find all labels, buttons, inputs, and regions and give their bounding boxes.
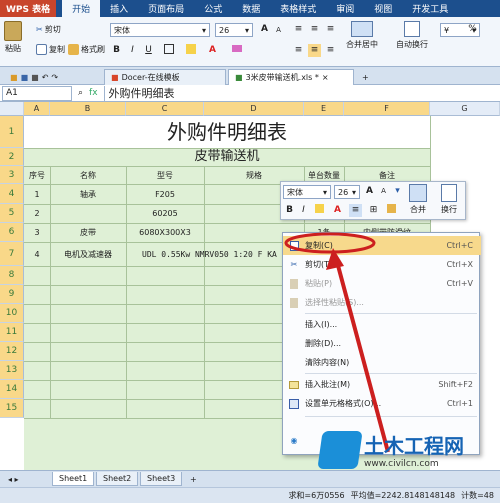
pointer-arrow-shaft — [334, 257, 390, 453]
status-sum: 求和=6万0556 — [288, 491, 345, 500]
status-average: 平均值=2242.8148148148 — [350, 491, 456, 500]
annotation-overlay — [284, 232, 390, 453]
watermark-name: 土木工程网 — [364, 434, 464, 458]
sheet-tab-bar: ◂ ▸ Sheet1 Sheet2 Sheet3 + — [0, 470, 500, 487]
highlight-ellipse — [284, 232, 376, 254]
sheet-nav-arrows[interactable]: ◂ ▸ — [2, 472, 25, 486]
sheet-tab-3[interactable]: Sheet3 — [140, 472, 183, 486]
sheet-tab-2[interactable]: Sheet2 — [96, 472, 139, 486]
sheet-tab-1[interactable]: Sheet1 — [52, 472, 95, 486]
watermark-url: www.civilcn.com — [364, 459, 439, 469]
status-count: 计数=48 — [461, 491, 494, 500]
watermark: 土木工程网 www.civilcn.com — [317, 430, 464, 469]
add-sheet-button[interactable]: + — [184, 472, 203, 486]
watermark-logo-icon — [317, 430, 363, 469]
status-bar: 求和=6万0556 平均值=2242.8148148148 计数=48 — [0, 487, 500, 503]
